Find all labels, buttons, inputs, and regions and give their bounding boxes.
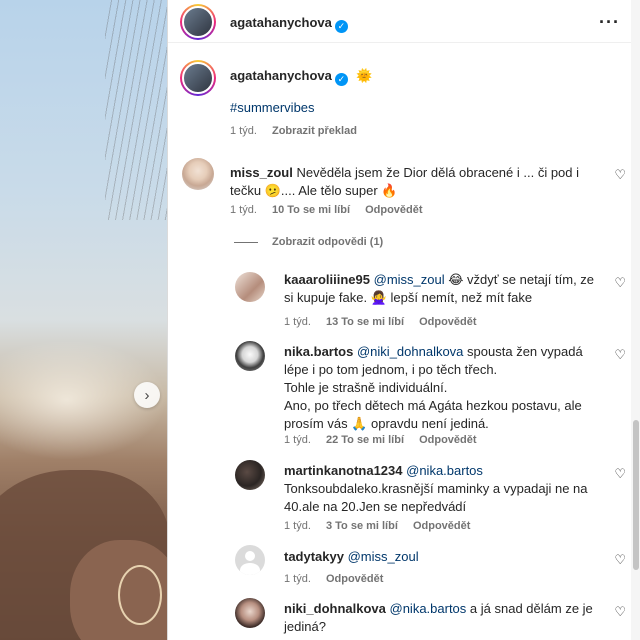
sun-emoji: 🌞 — [356, 68, 373, 83]
comment-likes[interactable]: 22 To se mi líbí — [326, 434, 404, 446]
next-image-button[interactable]: › — [134, 382, 160, 408]
view-replies-button[interactable]: Zobrazit odpovědi (1) — [234, 236, 383, 248]
comment-miss-zoul: miss_zoul Nevěděla jsem že Dior dělá obr… — [230, 164, 610, 200]
comment-mention[interactable]: @miss_zoul — [374, 272, 445, 287]
comment-text: tečku 🫤.... Ale tělo super 🔥 — [230, 183, 398, 198]
heart-outline-icon[interactable]: ♡ — [614, 167, 626, 183]
translate-button[interactable]: Zobrazit překlad — [272, 125, 357, 137]
comment-likes[interactable]: 3 To se mi líbí — [326, 520, 398, 532]
heart-outline-icon[interactable]: ♡ — [614, 347, 626, 363]
comment-likes[interactable]: 10 To se mi líbí — [272, 204, 350, 216]
comment-username[interactable]: nika.bartos — [284, 344, 353, 359]
comment-text: prosím vás 🙏 opravdu není jediná. — [284, 416, 489, 431]
comment-text: Ano, po třech dětech má Agáta hezkou pos… — [284, 398, 582, 413]
scrollbar-thumb[interactable] — [633, 420, 639, 570]
reply-button[interactable]: Odpovědět — [419, 316, 476, 328]
comment-avatar[interactable] — [235, 460, 265, 490]
comment-username[interactable]: miss_zoul — [230, 165, 293, 180]
comment-time[interactable]: 1 týd. — [284, 434, 311, 446]
author-avatar[interactable] — [180, 4, 216, 40]
scrollbar[interactable] — [631, 0, 640, 640]
comment-text: jediná? — [284, 619, 326, 634]
comment-text: 😂 vždyť se netají tím, ze — [448, 272, 595, 287]
reply-button[interactable]: Odpovědět — [419, 434, 476, 446]
caption-author-avatar[interactable] — [180, 60, 216, 96]
comment-time[interactable]: 1 týd. — [284, 520, 311, 532]
caption-author-username[interactable]: agatahanychova — [230, 68, 332, 83]
author-username[interactable]: agatahanychova — [230, 15, 332, 30]
more-options-icon[interactable]: ··· — [599, 12, 620, 33]
default-avatar-icon[interactable] — [235, 545, 265, 575]
comment-time[interactable]: 1 týd. — [230, 204, 257, 216]
verified-badge-icon: ✓ — [334, 20, 348, 33]
post-header: agatahanychova ✓ ··· — [168, 0, 640, 43]
comments-panel: agatahanychova ✓ ··· agatahanychova ✓ 🌞 #s… — [167, 0, 640, 640]
reply-button[interactable]: Odpovědět — [326, 573, 383, 585]
comment-text: 40.ale na 20.Jen se nepředvádí — [284, 499, 467, 514]
comment-mention[interactable]: @miss_zoul — [348, 549, 419, 564]
comment-username[interactable]: niki_dohnalkova — [284, 601, 386, 616]
comment-text: Nevěděla jsem že Dior dělá obracené i ..… — [296, 165, 580, 180]
comment-username[interactable]: kaaaroliiine95 — [284, 272, 370, 287]
comment-text: Tohle je strašně individuální. — [284, 380, 448, 395]
comment-avatar[interactable] — [182, 158, 214, 190]
comment-text: si kupuje fake. 🙅‍♀️ lepší nemít, než mí… — [284, 290, 533, 305]
caption-time[interactable]: 1 týd. — [230, 125, 257, 137]
comment-avatar[interactable] — [235, 341, 265, 371]
comment-avatar[interactable] — [235, 272, 265, 302]
comment-avatar[interactable] — [235, 598, 265, 628]
comment-likes[interactable]: 13 To se mi líbí — [326, 316, 404, 328]
comment-time[interactable]: 1 týd. — [284, 316, 311, 328]
heart-outline-icon[interactable]: ♡ — [614, 552, 626, 568]
comment-mention[interactable]: @niki_dohnalkova — [357, 344, 463, 359]
comment-time[interactable]: 1 týd. — [284, 573, 311, 585]
comment-mention[interactable]: @nika.bartos — [390, 601, 467, 616]
reply-button[interactable]: Odpovědět — [365, 204, 422, 216]
verified-badge-icon: ✓ — [334, 73, 348, 86]
photo-hair — [105, 0, 167, 220]
comment-username[interactable]: martinkanotna1234 — [284, 463, 403, 478]
post-photo — [0, 0, 167, 640]
comment-text: spousta žen vypadá — [467, 344, 583, 359]
comment-text: Tonksoubdaleko.krasnější maminky a vypad… — [284, 481, 588, 496]
comment-username[interactable]: tadytakyy — [284, 549, 344, 564]
heart-outline-icon[interactable]: ♡ — [614, 466, 626, 482]
comment-text: a já snad dělám ze je — [469, 601, 593, 616]
comment-mention[interactable]: @nika.bartos — [406, 463, 483, 478]
chevron-right-icon: › — [144, 386, 150, 404]
reply-button[interactable]: Odpovědět — [413, 520, 470, 532]
heart-outline-icon[interactable]: ♡ — [614, 604, 626, 620]
caption-hashtag[interactable]: #summervibes — [230, 99, 315, 117]
heart-outline-icon[interactable]: ♡ — [614, 275, 626, 291]
comment-text: lépe i po tom jednom, i po těch třech. — [284, 362, 498, 377]
